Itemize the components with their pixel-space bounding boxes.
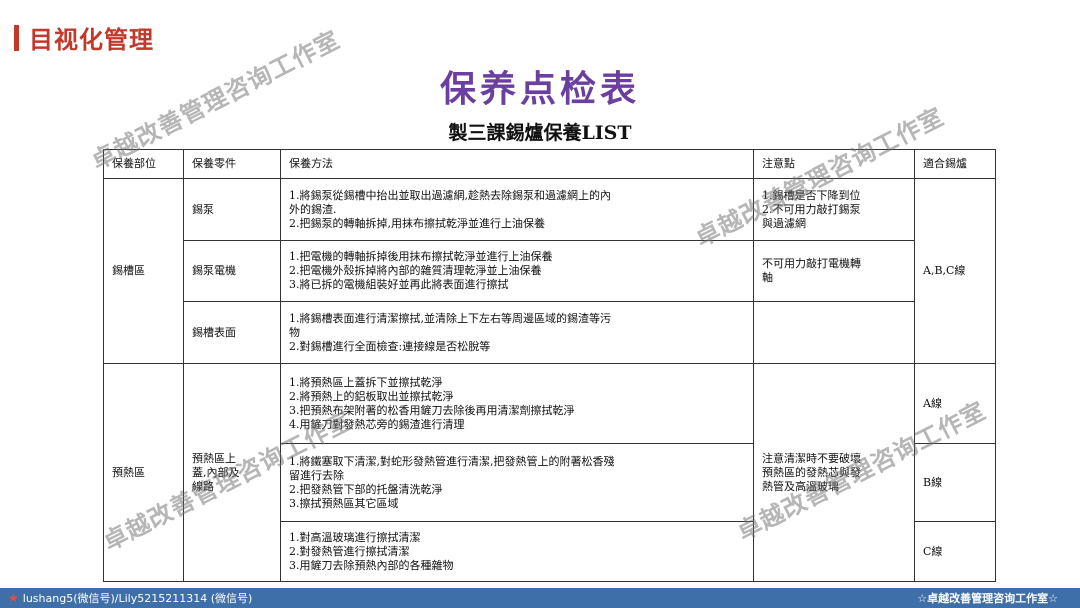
area-cell: 錫槽區: [103, 178, 184, 364]
table-row: 錫槽表面 1.將錫槽表面進行清潔擦拭,並清除上下左右等周邊區域的錫渣等污 物 2…: [104, 301, 996, 364]
method-cell: 1.將錫泵從錫槽中抬出並取出過濾網,趁熱去除錫泵和過濾網上的內 外的錫渣. 2.…: [280, 178, 754, 241]
part-cell: 錫泵電機: [183, 240, 281, 302]
table-row: 錫槽區 錫泵 1.將錫泵從錫槽中抬出並取出過濾網,趁熱去除錫泵和過濾網上的內 外…: [103, 178, 996, 364]
footer-bar: ★ lushang5(微信号)/Lily5215211314 (微信号) ☆卓越…: [0, 588, 1080, 608]
line-cell: C線: [914, 521, 996, 582]
page-title: 保养点检表: [439, 69, 640, 110]
header-cell: 適合錫爐: [914, 149, 996, 179]
header-cell: 保養部位: [103, 149, 184, 179]
part-cell: 預熱區上 蓋,內部及 線路: [183, 363, 281, 582]
maintenance-table: 保養部位 保養零件 保養方法 注意點 適合錫爐 錫槽區 錫泵 1.將錫泵從錫槽中…: [103, 149, 996, 582]
header-cell: 保養零件: [183, 149, 281, 179]
footer-contact: ★ lushang5(微信号)/Lily5215211314 (微信号): [0, 590, 252, 606]
method-cell: 1.將鐵塞取下清潔,對蛇形發熱管進行清潔,把發熱管上的附著松香殘 留進行去除 2…: [280, 443, 754, 522]
notes-cell: 不可用力敲打電機轉 軸: [753, 240, 915, 302]
header-accent-bar: [14, 24, 19, 51]
line-cell: A,B,C線: [914, 178, 996, 364]
footer-contact-text: lushang5(微信号)/Lily5215211314 (微信号): [22, 592, 253, 605]
method-cell: 1.把電機的轉軸拆掉後用抹布擦拭乾淨並進行上油保養 2.把電機外殼拆掉將內部的雜…: [280, 240, 754, 302]
table-row: 預熱區 預熱區上 蓋,內部及 線路 1.將預熱區上蓋拆下並擦拭乾淨 2.將預熱上…: [103, 363, 996, 582]
method-cell: 1.對高溫玻璃進行擦拭清潔 2.對發熱管進行擦拭清潔 3.用鏟刀去除預熱內部的各…: [280, 521, 754, 582]
notes-cell: 注意清潔時不要破壞 預熱區的發熱芯與發 熱管及高溫玻璃: [753, 363, 915, 582]
part-cell: 錫泵: [183, 178, 281, 241]
notes-cell: [753, 301, 915, 364]
table-title: 製三課錫爐保養LIST: [448, 122, 632, 144]
table-row: 錫泵電機 1.把電機的轉軸拆掉後用抹布擦拭乾淨並進行上油保養 2.把電機外殼拆掉…: [104, 240, 996, 302]
section-header: 目视化管理: [14, 20, 154, 55]
method-cell: 1.將預熱區上蓋拆下並擦拭乾淨 2.將預熱上的鋁板取出並擦拭乾淨 3.把預熱布架…: [280, 363, 754, 444]
header-cell: 保養方法: [280, 149, 754, 179]
table-header-row: 保養部位 保養零件 保養方法 注意點 適合錫爐: [103, 149, 996, 179]
notes-cell: 1.錫槽是否下降到位 2.不可用力敲打錫泵 與過濾網: [753, 178, 915, 241]
method-cell: 1.將錫槽表面進行清潔擦拭,並清除上下左右等周邊區域的錫渣等污 物 2.對錫槽進…: [280, 301, 754, 364]
star-icon: ★: [8, 591, 19, 605]
line-cell: B線: [914, 443, 996, 522]
footer-brand: ☆卓越改善管理咨询工作室☆: [917, 592, 1058, 605]
header-title: 目视化管理: [29, 26, 154, 54]
header-cell: 注意點: [753, 149, 915, 179]
part-cell: 錫槽表面: [183, 301, 281, 364]
area-cell: 預熱區: [103, 363, 184, 582]
line-cell: A線: [914, 363, 996, 444]
